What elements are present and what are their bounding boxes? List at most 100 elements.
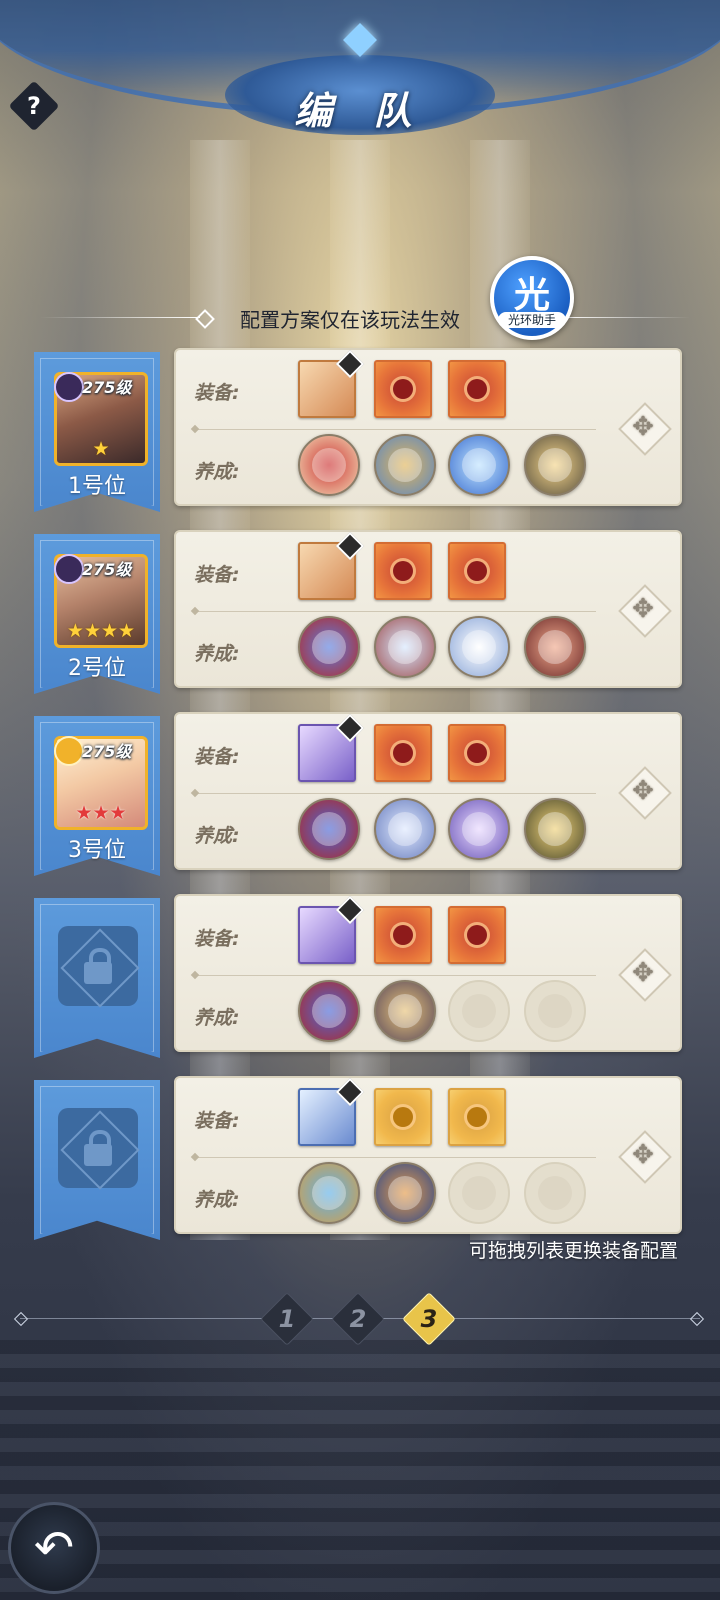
accessory-slot[interactable] xyxy=(448,360,506,418)
accessory-gem-icon xyxy=(393,743,413,763)
equip-label: 装备: xyxy=(194,928,240,950)
develop-orb[interactable] xyxy=(524,434,586,496)
position-label: 2号位 xyxy=(68,656,126,681)
hero-stars: ★★★★ xyxy=(66,620,136,642)
develop-orb[interactable] xyxy=(448,798,510,860)
orb-core xyxy=(312,448,346,482)
accessory-slot[interactable] xyxy=(448,724,506,782)
position-label: 1号位 xyxy=(68,474,126,499)
equip-label: 装备: xyxy=(194,1110,240,1132)
drag-handle[interactable]: ✥ xyxy=(618,584,672,638)
divider xyxy=(194,611,596,612)
develop-orb[interactable] xyxy=(374,434,436,496)
weapon-tag-icon xyxy=(335,713,365,743)
move-arrows-icon: ✥ xyxy=(632,776,654,806)
develop-orb[interactable] xyxy=(374,1162,436,1224)
drag-hint-text: 可拖拽列表更换装备配置 xyxy=(468,1240,678,1262)
move-arrows-icon: ✥ xyxy=(632,594,654,624)
weapon-slot[interactable] xyxy=(298,349,365,418)
accessory-gem-icon xyxy=(467,743,487,763)
develop-orb[interactable] xyxy=(524,798,586,860)
weapon-tag-icon xyxy=(335,895,365,925)
page-title: 编 队 xyxy=(294,89,426,133)
header: 编 队 xyxy=(0,0,720,160)
drag-handle[interactable]: ✥ xyxy=(618,402,672,456)
develop-label: 养成: xyxy=(194,825,240,847)
aura-helper-button[interactable]: 光 光环助手 xyxy=(490,256,574,340)
orb-core xyxy=(538,1176,572,1210)
accessory-gem-icon xyxy=(467,561,487,581)
empty-pet-slot[interactable] xyxy=(448,980,510,1042)
accessory-slot[interactable] xyxy=(448,1088,506,1146)
formation-row-3[interactable]: 275级 ★★★ 3号位 装备: 养成: ✥ xyxy=(0,712,720,876)
orb-core xyxy=(312,1176,346,1210)
lock-icon xyxy=(58,926,140,1008)
develop-orb[interactable] xyxy=(374,980,436,1042)
formation-row-2[interactable]: 275级 ★★★★ 2号位 装备: 养成: ✥ xyxy=(0,530,720,694)
loadout-panel: 装备: 养成: ✥ xyxy=(174,530,682,688)
empty-pet-slot[interactable] xyxy=(448,1162,510,1224)
develop-orb[interactable] xyxy=(298,616,360,678)
back-arrow-icon: ↶ xyxy=(33,1520,75,1576)
lock-icon xyxy=(58,1108,140,1190)
hero-class-icon xyxy=(54,554,84,584)
move-arrows-icon: ✥ xyxy=(632,958,654,988)
accessory-slot[interactable] xyxy=(374,1088,432,1146)
divider xyxy=(194,1157,596,1158)
weapon-slot[interactable] xyxy=(298,531,365,600)
hero-level: 275级 xyxy=(82,742,132,761)
accessory-gem-icon xyxy=(393,561,413,581)
accessory-gem-icon xyxy=(467,925,487,945)
hero-level: 275级 xyxy=(82,378,132,397)
page-button-3[interactable]: 3 xyxy=(402,1292,456,1346)
develop-orb[interactable] xyxy=(374,798,436,860)
notice-line-left xyxy=(40,317,200,318)
orb-core xyxy=(462,630,496,664)
develop-label: 养成: xyxy=(194,643,240,665)
back-button[interactable]: ↶ xyxy=(8,1502,100,1594)
bg-stairs xyxy=(0,1340,720,1600)
accessory-slot[interactable] xyxy=(374,724,432,782)
accessory-slot[interactable] xyxy=(374,906,432,964)
weapon-slot[interactable] xyxy=(298,1077,365,1146)
equip-label: 装备: xyxy=(194,746,240,768)
formation-row-4[interactable]: 装备: 养成: ✥ xyxy=(0,894,720,1058)
empty-mount-slot[interactable] xyxy=(524,980,586,1042)
develop-orb[interactable] xyxy=(298,1162,360,1224)
develop-orb[interactable] xyxy=(298,798,360,860)
page-button-1[interactable]: 1 xyxy=(260,1292,314,1346)
develop-orb[interactable] xyxy=(298,434,360,496)
lock-body xyxy=(84,1144,112,1166)
accessory-slot[interactable] xyxy=(374,360,432,418)
help-button[interactable]: ? xyxy=(8,80,60,132)
drag-handle[interactable]: ✥ xyxy=(618,948,672,1002)
develop-label: 养成: xyxy=(194,461,240,483)
empty-mount-slot[interactable] xyxy=(524,1162,586,1224)
divider xyxy=(194,429,596,430)
formation-row-5[interactable]: 装备: 养成: ✥ xyxy=(0,1076,720,1240)
develop-orb[interactable] xyxy=(298,980,360,1042)
accessory-slot[interactable] xyxy=(448,906,506,964)
develop-orb[interactable] xyxy=(374,616,436,678)
develop-orb[interactable] xyxy=(524,616,586,678)
orb-core xyxy=(388,630,422,664)
page-button-2[interactable]: 2 xyxy=(331,1292,385,1346)
page-selector: 1 2 3 xyxy=(0,1292,720,1346)
accessory-slot[interactable] xyxy=(374,542,432,600)
formation-row-1[interactable]: 275级 ★ 1号位 装备: 养成: ✥ xyxy=(0,348,720,512)
divider xyxy=(194,793,596,794)
helper-glyph: 光 xyxy=(513,275,550,316)
drag-handle[interactable]: ✥ xyxy=(618,766,672,820)
drag-handle[interactable]: ✥ xyxy=(618,1130,672,1184)
accessory-slot[interactable] xyxy=(448,542,506,600)
weapon-slot[interactable] xyxy=(298,895,365,964)
accessory-gem-icon xyxy=(393,925,413,945)
develop-orb[interactable] xyxy=(448,434,510,496)
develop-orb[interactable] xyxy=(448,616,510,678)
helper-label: 光环助手 xyxy=(498,312,566,328)
orb-core xyxy=(462,812,496,846)
orb-core xyxy=(388,448,422,482)
notice-bar: 配置方案仅在该玩法生效 xyxy=(0,300,720,336)
weapon-slot[interactable] xyxy=(298,713,365,782)
orb-core xyxy=(312,812,346,846)
